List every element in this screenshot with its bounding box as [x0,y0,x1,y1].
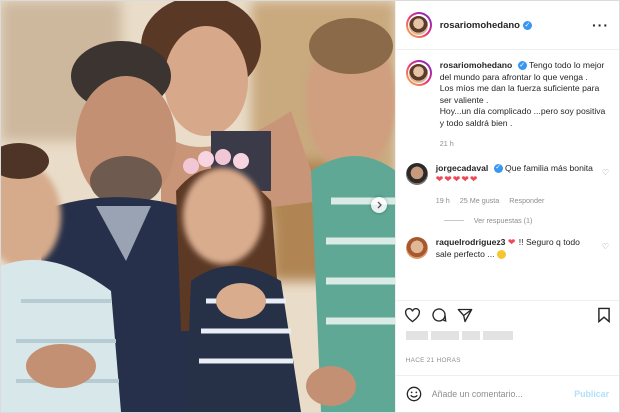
emoji-smile-icon[interactable] [406,386,422,402]
emoji-icon [496,249,506,259]
instagram-post: rosariomohedano ✓ ··· rosariomohedano ✓ … [0,0,620,413]
caption: rosariomohedano ✓ Tengo todo lo mejor de… [405,60,609,150]
comment-likes[interactable]: 25 Me gusta [460,196,500,205]
comment-item: jorgecadaval ✓ Que familia más bonita ❤❤… [405,162,609,207]
comments-section: rosariomohedano ✓ Tengo todo lo mejor de… [396,50,619,300]
comment-bubble-icon[interactable] [431,307,447,323]
comment-username[interactable]: raquelrodriguez3 [436,237,506,247]
like-heart-icon[interactable] [404,307,421,323]
like-comment-heart-icon[interactable]: ♡ [602,167,609,207]
comment-time: 19 h [435,195,450,205]
next-photo-button[interactable] [370,197,387,213]
publish-button[interactable]: Publicar [574,389,609,399]
like-comment-heart-icon[interactable]: ♡ [602,241,609,260]
header-username[interactable]: rosariomohedano [440,20,520,31]
comment-avatar[interactable] [405,237,428,259]
comment-input[interactable]: Añade un comentario... [432,389,523,399]
comment-item: raquelrodriguez3 ❤ !! Seguro q todo sale… [405,237,609,260]
verified-badge-icon: ✓ [522,20,532,30]
post-time: HACE 21 HORAS [405,357,461,364]
post-header: rosariomohedano ✓ ··· [395,1,619,50]
comment-username[interactable]: jorgecadaval [436,163,489,173]
post-photo[interactable] [1,1,395,412]
reply-button[interactable]: Responder [509,196,544,205]
comment-hearts: ❤❤❤❤❤ [435,174,479,184]
comment-text: Que familia más bonita [505,162,593,173]
share-send-icon[interactable] [457,308,473,323]
bookmark-save-icon[interactable] [597,307,611,323]
likes-count-blurred [405,331,513,343]
comment-heart: ❤ [507,237,517,247]
caption-time: 21 h [439,139,454,148]
comment-avatar[interactable] [405,162,428,185]
add-comment-bar: Añade un comentario... Publicar [395,375,619,412]
view-replies[interactable]: Ver respuestas (1) [443,216,609,225]
verified-badge-icon: ✓ [493,163,503,173]
chevron-right-icon [377,201,382,209]
caption-username[interactable]: rosariomohedano [440,60,513,70]
avatar[interactable] [405,12,432,38]
caption-avatar[interactable] [405,60,432,86]
action-bar [395,300,619,329]
view-replies-label: Ver respuestas (1) [473,216,533,225]
verified-badge-icon: ✓ [517,61,527,71]
family-photo-illustration [1,1,395,412]
post-sidebar: rosariomohedano ✓ ··· rosariomohedano ✓ … [394,1,619,412]
more-horizontal-icon[interactable]: ··· [592,17,609,33]
